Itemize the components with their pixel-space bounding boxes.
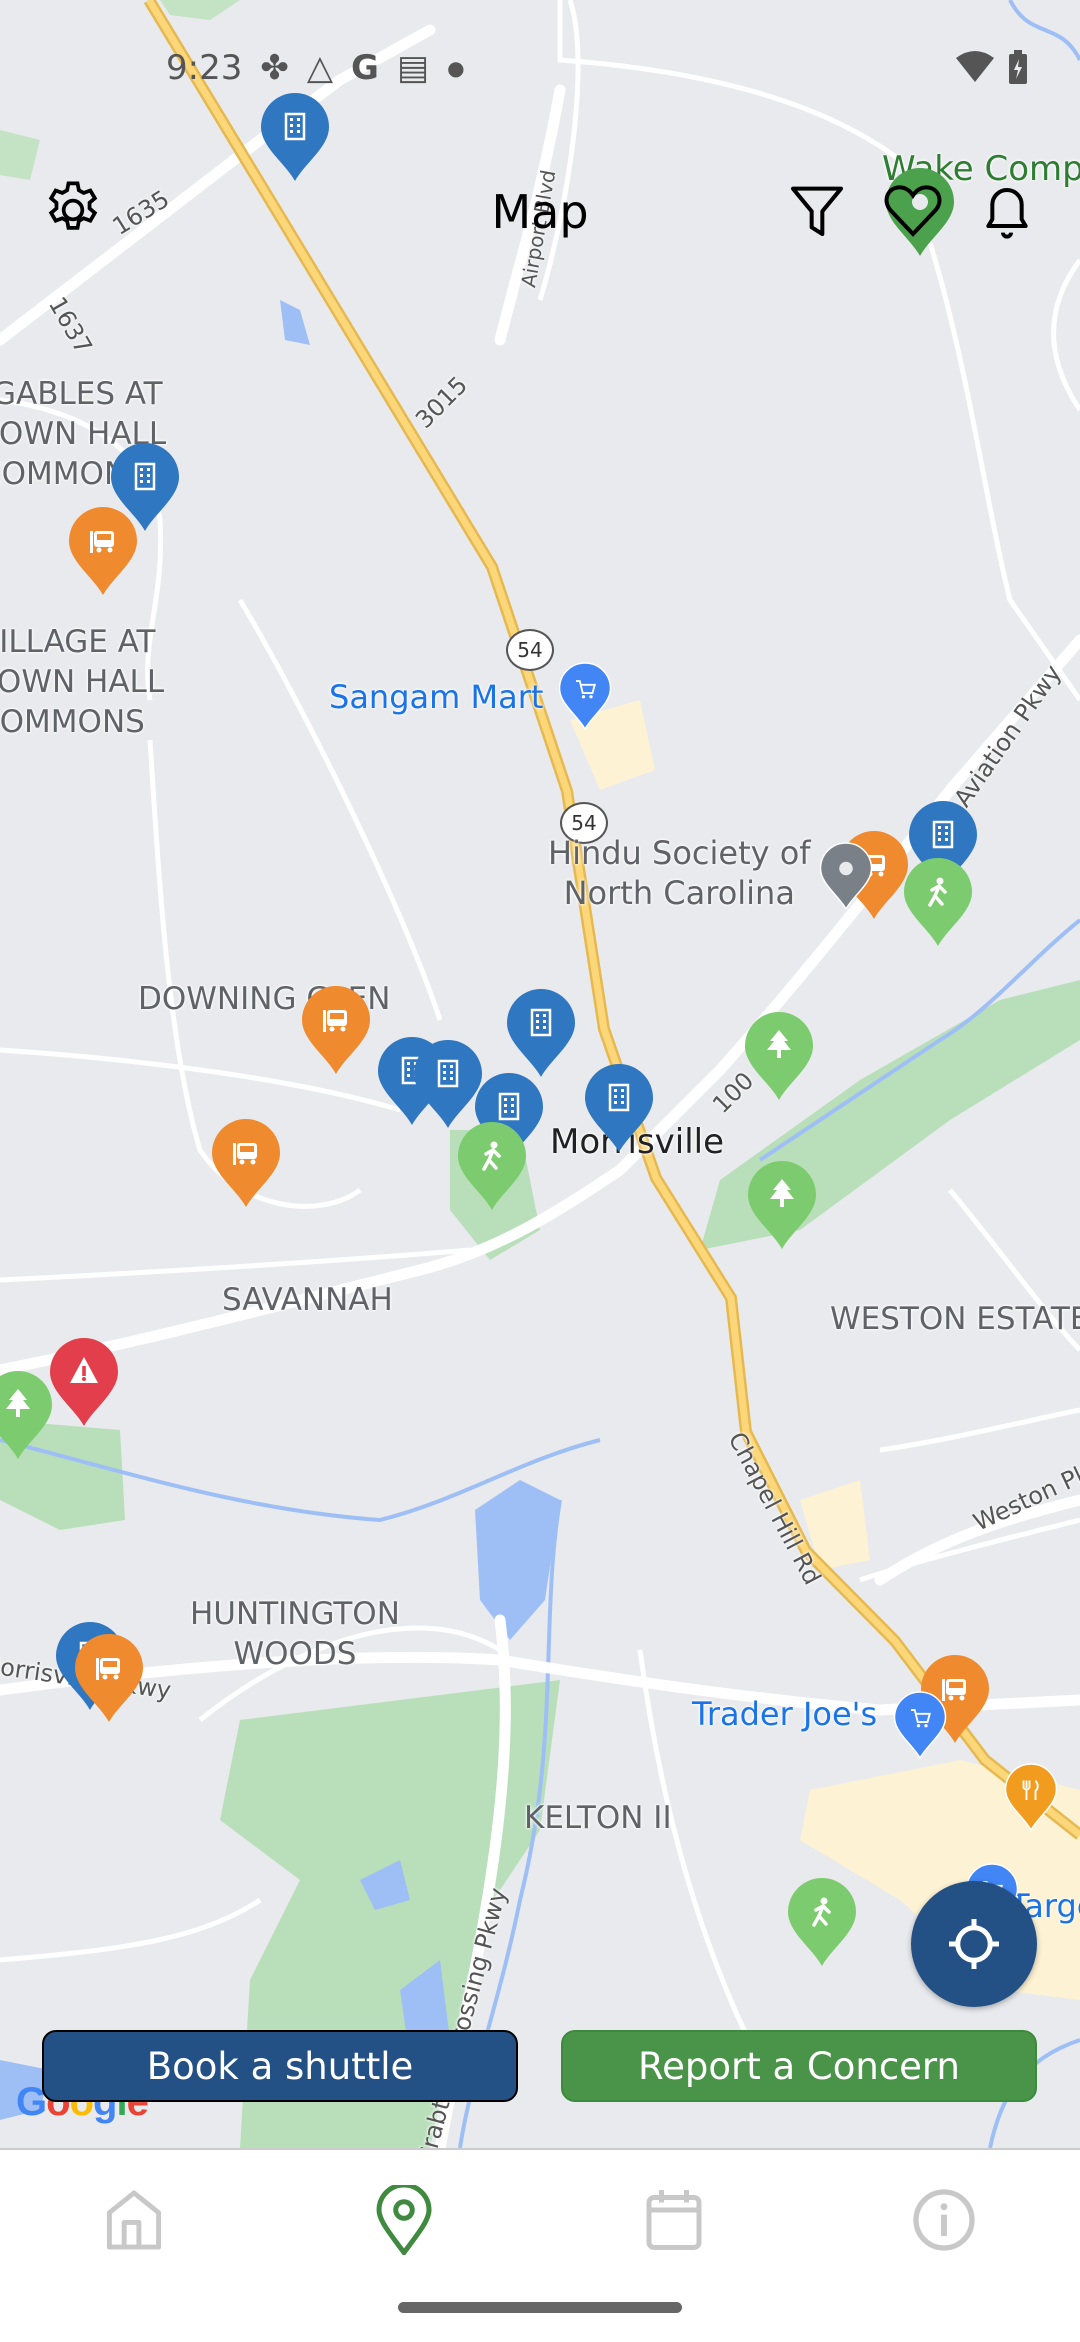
building-marker[interactable] [259, 91, 331, 183]
map-label-savannah: SAVANNAH [222, 1282, 393, 1318]
map-view[interactable]: 1635 1637 Airport Blvd 3015 54 54 100 Av… [0, 0, 1080, 2148]
building-marker-pin [507, 989, 575, 1077]
map-pin-icon [376, 2185, 432, 2255]
poi-label-sangam-mart[interactable]: Sangam Mart [329, 677, 543, 717]
walk-marker[interactable] [902, 856, 974, 948]
nav-home[interactable] [94, 2180, 174, 2260]
drive-icon: △ [306, 48, 334, 88]
map-label-village: VILLAGE ATTOWN HALLCOMMONS [0, 624, 165, 740]
alert-marker-pin [50, 1338, 118, 1426]
walk-marker-pin [904, 858, 972, 946]
bus-marker[interactable] [67, 505, 139, 597]
nav-calendar[interactable] [634, 2180, 714, 2260]
dot-icon: ● [447, 56, 465, 80]
bus-marker-pin [212, 1119, 280, 1207]
report-concern-button[interactable]: Report a Concern [561, 2030, 1037, 2102]
walk-marker[interactable] [786, 1876, 858, 1968]
book-shuttle-button[interactable]: Book a shuttle [42, 2030, 518, 2102]
shopping-poi-marker[interactable] [893, 1691, 947, 1760]
tree-marker-pin [0, 1371, 52, 1459]
home-icon [106, 2190, 162, 2250]
place-icon [819, 842, 873, 911]
food-poi-marker[interactable] [1004, 1763, 1058, 1832]
poi-label-hindu-society[interactable]: Hindu Society of North Carolina [548, 833, 811, 913]
battery-charging-icon [1009, 50, 1027, 84]
walk-marker-pin [788, 1878, 856, 1966]
heart-icon[interactable] [881, 178, 945, 242]
map-label-weston-estates: WESTON ESTATES [830, 1301, 1080, 1337]
nav-map[interactable] [364, 2180, 444, 2260]
shopping-cart-icon [558, 662, 612, 731]
bus-marker-pin [302, 986, 370, 1074]
bus-marker-pin [69, 507, 137, 595]
shopping-cart-icon [893, 1691, 947, 1760]
map-label-huntington-woods: HUNTINGTON WOODS [190, 1596, 400, 1672]
crosshair-icon [949, 1919, 999, 1969]
building-marker[interactable] [583, 1062, 655, 1154]
status-time: 9:23 [166, 48, 243, 88]
shopping-poi-marker[interactable] [558, 662, 612, 731]
calendar-icon [646, 2190, 702, 2250]
gray-poi-marker[interactable] [819, 842, 873, 911]
bus-marker-pin [75, 1634, 143, 1722]
building-marker-pin [261, 93, 329, 181]
bus-marker[interactable] [73, 1632, 145, 1724]
info-icon [913, 2189, 975, 2251]
filter-icon[interactable] [785, 178, 849, 242]
tree-marker-pin [748, 1161, 816, 1249]
walk-marker[interactable] [456, 1120, 528, 1212]
gear-icon[interactable] [41, 178, 105, 242]
tree-marker-pin [745, 1012, 813, 1100]
building-marker-pin [585, 1064, 653, 1152]
route-shield-54: 54 [506, 629, 554, 671]
tree-marker[interactable] [0, 1369, 54, 1461]
bell-icon[interactable] [975, 178, 1039, 242]
bus-marker[interactable] [300, 984, 372, 1076]
tree-marker[interactable] [743, 1010, 815, 1102]
nav-info[interactable] [904, 2180, 984, 2260]
building-marker[interactable] [505, 987, 577, 1079]
restaurant-icon [1004, 1763, 1058, 1832]
home-indicator[interactable] [398, 2302, 682, 2313]
bus-marker[interactable] [210, 1117, 282, 1209]
fan-icon: ✤ [260, 48, 289, 88]
tree-marker[interactable] [746, 1159, 818, 1251]
alert-marker[interactable] [48, 1336, 120, 1428]
wifi-icon [956, 51, 994, 82]
walk-marker-pin [458, 1122, 526, 1210]
news-icon: ▤ [396, 48, 430, 88]
map-label-kelton-ii: KELTON II [524, 1800, 672, 1836]
my-location-button[interactable] [911, 1881, 1037, 2007]
status-right [956, 50, 1028, 84]
google-icon: G [351, 48, 379, 88]
status-bar: 9:23 ✤ △ G ▤ ● [166, 48, 465, 88]
poi-label-trader-joes[interactable]: Trader Joe's [692, 1694, 877, 1734]
